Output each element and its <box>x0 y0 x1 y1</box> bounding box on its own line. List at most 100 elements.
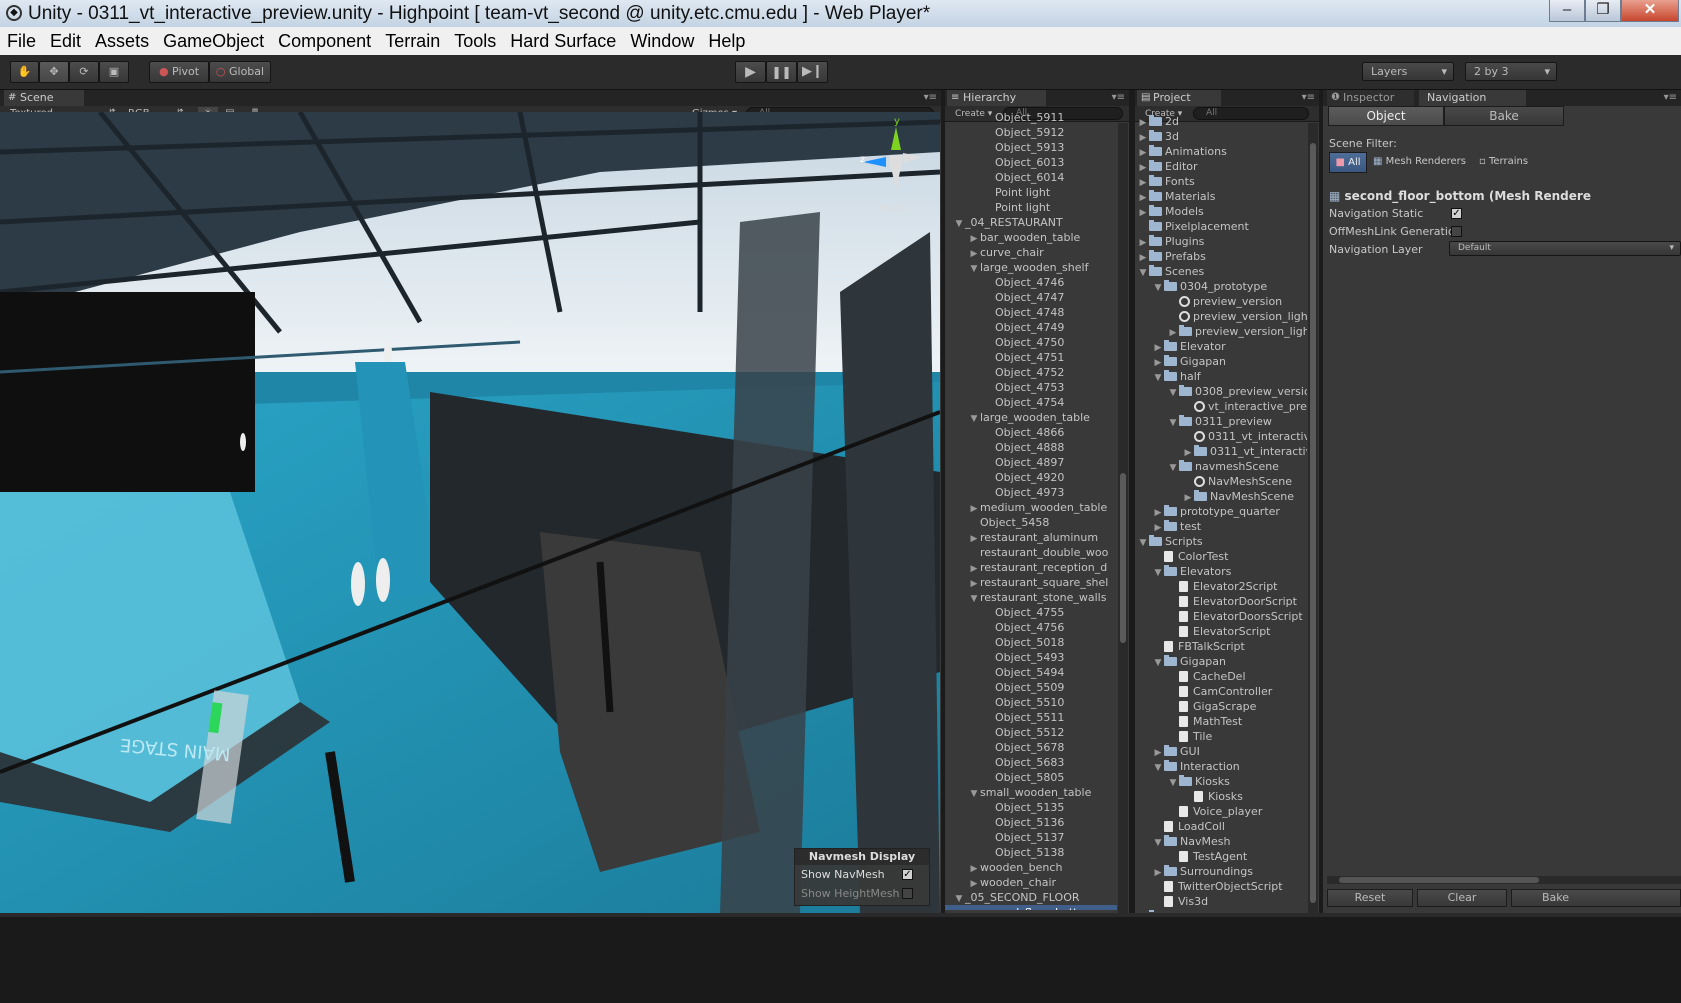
menu-tools[interactable]: Tools <box>447 27 503 55</box>
project-item[interactable]: ElevatorDoorScript <box>1135 594 1307 609</box>
hierarchy-item[interactable]: Point light <box>945 185 1117 200</box>
project-scroll-thumb[interactable] <box>1310 143 1316 903</box>
project-item[interactable]: ▶ Materials <box>1135 189 1307 204</box>
project-item[interactable]: ▶ Models <box>1135 204 1307 219</box>
show-heightmesh-checkbox[interactable] <box>902 888 913 899</box>
collapsed-triangle-icon[interactable]: ▶ <box>1152 521 1164 534</box>
expanded-triangle-icon[interactable]: ▼ <box>953 892 965 905</box>
collapsed-triangle-icon[interactable]: ▶ <box>968 232 980 245</box>
hierarchy-item[interactable]: Object_4756 <box>945 620 1117 635</box>
collapsed-triangle-icon[interactable]: ▶ <box>1167 326 1179 339</box>
panel-menu-icon[interactable]: ▾≡ <box>924 90 937 106</box>
project-item[interactable]: ▼ navmeshScene <box>1135 459 1307 474</box>
collapsed-triangle-icon[interactable]: ▶ <box>968 577 980 590</box>
collapsed-triangle-icon[interactable]: ▶ <box>968 862 980 875</box>
rotate-tool-button[interactable]: ⟳ <box>69 61 99 83</box>
expanded-triangle-icon[interactable]: ▼ <box>1152 761 1164 774</box>
menu-terrain[interactable]: Terrain <box>378 27 447 55</box>
collapsed-triangle-icon[interactable]: ▶ <box>1152 746 1164 759</box>
project-item[interactable]: Pixelplacement <box>1135 219 1307 234</box>
hierarchy-item[interactable]: Object_5510 <box>945 695 1117 710</box>
project-item[interactable]: ▶ preview_version_ligh <box>1135 324 1307 339</box>
project-item[interactable]: CacheDel <box>1135 669 1307 684</box>
project-item[interactable]: Tile <box>1135 729 1307 744</box>
hierarchy-item[interactable]: ▶ medium_wooden_table <box>945 500 1117 515</box>
offmeshlink-checkbox[interactable] <box>1451 226 1462 237</box>
project-item[interactable]: ▶ Surroundings <box>1135 864 1307 879</box>
navigation-hscrollbar[interactable] <box>1327 876 1681 884</box>
project-item[interactable]: Voice_player <box>1135 804 1307 819</box>
hierarchy-item[interactable]: Object_4751 <box>945 350 1117 365</box>
hierarchy-item[interactable]: Object_5135 <box>945 800 1117 815</box>
hierarchy-item[interactable]: Object_4755 <box>945 605 1117 620</box>
hierarchy-item[interactable]: ▶ restaurant_square_shel <box>945 575 1117 590</box>
project-item[interactable]: ▼ 0304_prototype <box>1135 279 1307 294</box>
project-item[interactable]: ▶ test <box>1135 519 1307 534</box>
collapsed-triangle-icon[interactable]: ▶ <box>968 562 980 575</box>
collapsed-triangle-icon[interactable]: ▶ <box>968 532 980 545</box>
hierarchy-item[interactable]: Object_4754 <box>945 395 1117 410</box>
hierarchy-item[interactable]: ▼ _05_SECOND_FLOOR <box>945 890 1117 905</box>
clear-button[interactable]: Clear <box>1417 889 1507 907</box>
close-window-button[interactable]: ✕ <box>1621 0 1679 22</box>
hierarchy-scroll-thumb[interactable] <box>1120 473 1126 643</box>
project-item[interactable]: ▼ half <box>1135 369 1307 384</box>
project-item[interactable]: TestAgent <box>1135 849 1307 864</box>
project-item[interactable]: ▶ Prefabs <box>1135 249 1307 264</box>
collapsed-triangle-icon[interactable]: ▶ <box>1152 866 1164 879</box>
project-item[interactable]: ▶ Animations <box>1135 144 1307 159</box>
hierarchy-item[interactable]: Object_4749 <box>945 320 1117 335</box>
layout-dropdown[interactable]: 2 by 3 <box>1465 62 1557 81</box>
layers-dropdown[interactable]: Layers <box>1362 62 1454 81</box>
project-item[interactable]: ▼ Scenes <box>1135 264 1307 279</box>
project-item[interactable]: ▶ Shader <box>1135 909 1307 912</box>
expanded-triangle-icon[interactable]: ▼ <box>968 412 980 425</box>
hierarchy-item[interactable]: Object_4866 <box>945 425 1117 440</box>
project-item[interactable]: ▶ Editor <box>1135 159 1307 174</box>
collapsed-triangle-icon[interactable]: ▶ <box>1137 146 1149 159</box>
expanded-triangle-icon[interactable]: ▼ <box>1167 461 1179 474</box>
hierarchy-item[interactable]: second_floor_bottom <box>945 905 1117 910</box>
panel-menu-icon[interactable]: ▾≡ <box>1112 90 1125 106</box>
project-item[interactable]: Vis3d <box>1135 894 1307 909</box>
collapsed-triangle-icon[interactable]: ▶ <box>1182 491 1194 504</box>
play-button[interactable]: ▶ <box>735 61 766 83</box>
project-item[interactable]: ▼ Gigapan <box>1135 654 1307 669</box>
hierarchy-item[interactable]: Object_5494 <box>945 665 1117 680</box>
hierarchy-item[interactable]: ▼ _04_RESTAURANT <box>945 215 1117 230</box>
project-item[interactable]: ElevatorDoorsScript <box>1135 609 1307 624</box>
project-item[interactable]: GigaScrape <box>1135 699 1307 714</box>
expanded-triangle-icon[interactable]: ▼ <box>1152 836 1164 849</box>
filter-mesh-renderers-button[interactable]: ▦ Mesh Renderers <box>1373 156 1466 167</box>
menu-window[interactable]: Window <box>623 27 701 55</box>
panel-menu-icon[interactable]: ▾≡ <box>1664 90 1677 106</box>
hierarchy-item[interactable]: Object_4897 <box>945 455 1117 470</box>
hierarchy-item[interactable]: Object_4748 <box>945 305 1117 320</box>
collapsed-triangle-icon[interactable]: ▶ <box>1137 161 1149 174</box>
move-tool-button[interactable]: ✥ <box>39 61 69 83</box>
project-item[interactable]: ▼ NavMesh <box>1135 834 1307 849</box>
expanded-triangle-icon[interactable]: ▼ <box>1152 371 1164 384</box>
project-item[interactable]: ▼ 0311_preview <box>1135 414 1307 429</box>
hierarchy-item[interactable]: Object_5511 <box>945 710 1117 725</box>
collapsed-triangle-icon[interactable]: ▶ <box>968 877 980 890</box>
hierarchy-item[interactable]: Object_5136 <box>945 815 1117 830</box>
collapsed-triangle-icon[interactable]: ▶ <box>1137 176 1149 189</box>
hierarchy-item[interactable]: Object_5678 <box>945 740 1117 755</box>
filter-all-button[interactable]: ■ All <box>1329 152 1367 173</box>
project-item[interactable]: ▼ Scripts <box>1135 534 1307 549</box>
expanded-triangle-icon[interactable]: ▼ <box>968 262 980 275</box>
hierarchy-item[interactable]: Object_5912 <box>945 125 1117 140</box>
hierarchy-item[interactable]: ▼ small_wooden_table <box>945 785 1117 800</box>
hierarchy-item[interactable]: ▶ curve_chair <box>945 245 1117 260</box>
project-item[interactable]: ▶ 0311_vt_interactiv <box>1135 444 1307 459</box>
hierarchy-item[interactable]: Object_5512 <box>945 725 1117 740</box>
inspector-tab[interactable]: ❶ Inspector <box>1327 90 1415 106</box>
hierarchy-item[interactable]: Object_4746 <box>945 275 1117 290</box>
menu-hard-surface[interactable]: Hard Surface <box>503 27 623 55</box>
collapsed-triangle-icon[interactable]: ▶ <box>1182 446 1194 459</box>
hierarchy-item[interactable]: ▼ large_wooden_table <box>945 410 1117 425</box>
expanded-triangle-icon[interactable]: ▼ <box>1152 656 1164 669</box>
expanded-triangle-icon[interactable]: ▼ <box>1167 776 1179 789</box>
collapsed-triangle-icon[interactable]: ▶ <box>1137 251 1149 264</box>
